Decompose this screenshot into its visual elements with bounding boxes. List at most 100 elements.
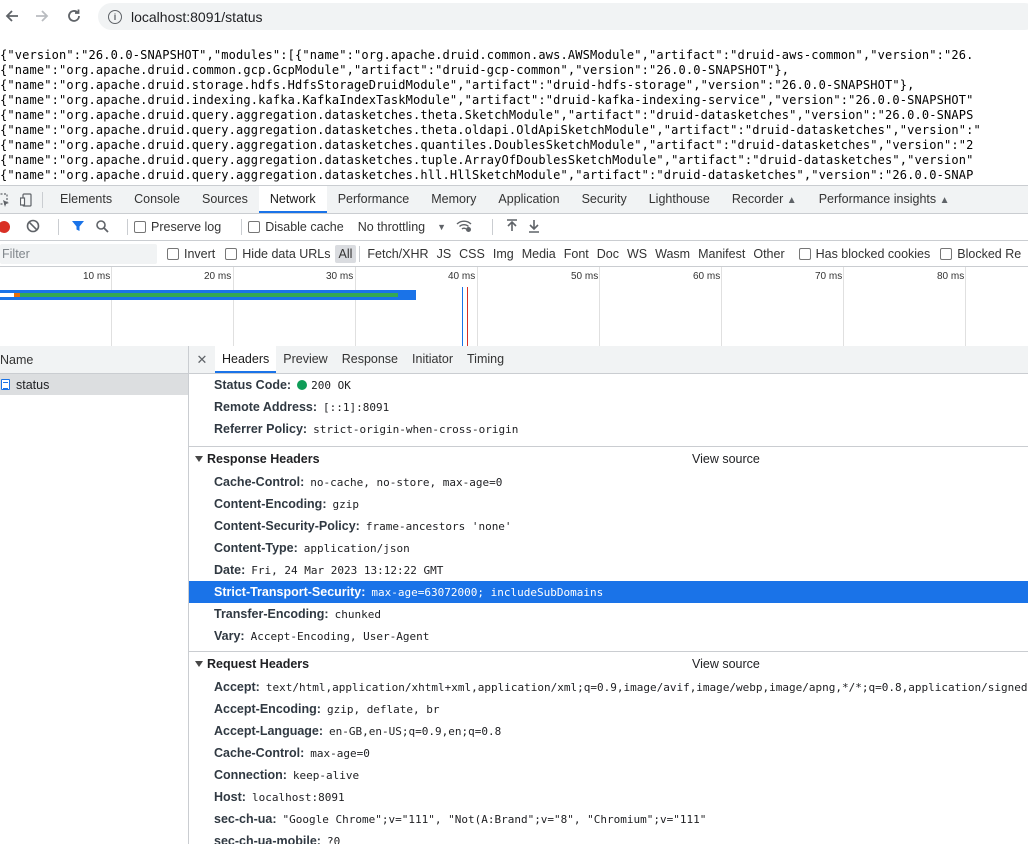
tab-sources[interactable]: Sources: [191, 186, 259, 213]
header-name: Cache-Control:: [214, 475, 305, 489]
tab-headers[interactable]: Headers: [215, 346, 277, 373]
clear-icon[interactable]: [26, 219, 40, 236]
header-name: Connection:: [214, 768, 287, 782]
record-button[interactable]: [0, 221, 10, 233]
json-line: {"name":"org.apache.druid.query.aggregat…: [0, 153, 974, 167]
header-name: sec-ch-ua:: [214, 812, 277, 826]
import-har-icon[interactable]: [505, 218, 519, 236]
tab-network[interactable]: Network: [258, 186, 327, 213]
view-source-link[interactable]: View source: [692, 657, 760, 671]
general-section: Status Code: 200 OK Remote Address: [::1…: [189, 374, 1028, 440]
filter-type-js[interactable]: JS: [433, 245, 456, 263]
checkbox[interactable]: [225, 247, 238, 260]
checkbox[interactable]: [940, 247, 953, 260]
timeline-tick-label: 40 ms: [448, 271, 476, 282]
filter-input[interactable]: Filter: [0, 243, 157, 264]
column-header-name[interactable]: Name: [0, 346, 188, 374]
tab-initiator[interactable]: Initiator: [405, 346, 460, 373]
filter-type-all[interactable]: All: [334, 244, 357, 263]
header-name: Remote Address:: [214, 400, 318, 414]
header-row: Content-Type: application/json: [189, 537, 1028, 559]
invert-checkbox[interactable]: Invert: [167, 247, 215, 261]
tab-console[interactable]: Console: [123, 186, 191, 213]
header-name: Accept-Language:: [214, 724, 324, 738]
has-blocked-cookies-label: Has blocked cookies: [815, 246, 931, 261]
tab-recorder[interactable]: Recorder ▲: [721, 186, 808, 213]
export-har-icon[interactable]: [527, 219, 541, 236]
header-value: gzip, deflate, br: [326, 702, 440, 716]
tab-performance[interactable]: Performance: [327, 186, 421, 213]
divider: [359, 245, 361, 262]
request-list: Name status: [0, 346, 189, 844]
filter-type-media[interactable]: Media: [518, 245, 560, 263]
checkbox[interactable]: [167, 247, 179, 260]
inspect-element-icon[interactable]: [0, 191, 12, 209]
checkbox[interactable]: [798, 247, 811, 260]
forward-button[interactable]: [28, 2, 56, 30]
header-value: Fri, 24 Mar 2023 13:12:22 GMT: [251, 563, 444, 577]
detail-tabbar: ✕ Headers Preview Response Initiator Tim…: [189, 346, 1028, 374]
timeline-tick-label: 70 ms: [815, 271, 843, 282]
blocked-requests-checkbox[interactable]: Blocked Re: [940, 247, 1021, 261]
disable-cache-checkbox[interactable]: Disable cache: [248, 220, 344, 234]
filter-type-css[interactable]: CSS: [455, 245, 489, 263]
header-name: Cache-Control:: [214, 746, 305, 760]
header-name: Transfer-Encoding:: [214, 607, 329, 621]
tab-recorder-label: Recorder: [731, 192, 784, 206]
search-icon[interactable]: [95, 219, 109, 236]
request-headers-section-header[interactable]: Request Headers View source: [189, 651, 1028, 676]
network-overview-timeline[interactable]: 10 ms 20 ms 30 ms 40 ms 50 ms 60 ms 70 m…: [0, 267, 1028, 348]
tab-security[interactable]: Security: [571, 186, 638, 213]
header-row: Accept-Language: en-GB,en-US;q=0.9,en;q=…: [189, 720, 1028, 742]
address-bar[interactable]: i localhost:8091/status: [98, 3, 1028, 30]
header-row: Accept-Encoding: gzip, deflate, br: [189, 698, 1028, 720]
tab-preview[interactable]: Preview: [276, 346, 334, 373]
back-button[interactable]: [0, 2, 26, 30]
header-value: ?0: [326, 834, 341, 844]
device-toolbar-icon[interactable]: [18, 191, 36, 209]
filter-type-doc[interactable]: Doc: [593, 245, 623, 263]
header-row-selected[interactable]: Strict-Transport-Security: max-age=63072…: [189, 581, 1028, 603]
tab-application[interactable]: Application: [487, 186, 570, 213]
preserve-log-checkbox[interactable]: Preserve log: [134, 220, 221, 234]
info-icon[interactable]: i: [108, 9, 122, 24]
filter-type-manifest[interactable]: Manifest: [694, 245, 749, 263]
tab-memory[interactable]: Memory: [420, 186, 487, 213]
waterfall-queue-segment: [0, 293, 14, 297]
filter-type-fetch-xhr[interactable]: Fetch/XHR: [363, 245, 432, 263]
document-icon: [1, 379, 10, 390]
tab-timing[interactable]: Timing: [460, 346, 511, 373]
checkbox[interactable]: [134, 221, 146, 233]
reload-button[interactable]: [60, 2, 88, 30]
filter-type-other[interactable]: Other: [749, 245, 788, 263]
has-blocked-cookies-checkbox[interactable]: Has blocked cookies: [798, 246, 931, 261]
header-row: Accept: text/html,application/xhtml+xml,…: [189, 676, 1028, 698]
filter-type-img[interactable]: Img: [489, 245, 518, 263]
filter-type-ws[interactable]: WS: [623, 245, 651, 263]
json-line: {"name":"org.apache.druid.query.aggregat…: [0, 123, 981, 137]
checkbox[interactable]: [248, 221, 261, 233]
filter-type-wasm[interactable]: Wasm: [651, 245, 694, 263]
devtools-panel: Elements Console Sources Network Perform…: [0, 185, 1028, 844]
request-row[interactable]: status: [0, 374, 188, 395]
header-value: localhost:8091: [251, 790, 345, 804]
header-row: Host: localhost:8091: [189, 786, 1028, 808]
divider: [58, 219, 59, 235]
response-headers-section-header[interactable]: Response Headers View source: [189, 446, 1028, 471]
filter-icon[interactable]: [71, 219, 85, 236]
hide-data-urls-checkbox[interactable]: Hide data URLs: [225, 247, 331, 261]
status-ok-icon: [297, 380, 308, 390]
tab-performance-insights[interactable]: Performance insights ▲: [808, 186, 961, 213]
request-details: ✕ Headers Preview Response Initiator Tim…: [189, 346, 1028, 844]
tab-elements[interactable]: Elements: [49, 186, 123, 213]
filter-type-font[interactable]: Font: [560, 245, 593, 263]
tab-response[interactable]: Response: [335, 346, 405, 373]
reload-icon: [68, 9, 80, 22]
waterfall-waiting-segment: [20, 293, 398, 297]
tab-lighthouse[interactable]: Lighthouse: [638, 186, 721, 213]
header-value: max-age=0: [310, 746, 370, 760]
throttling-select[interactable]: No throttling ▼: [358, 220, 446, 234]
view-source-link[interactable]: View source: [692, 452, 760, 466]
close-icon[interactable]: ✕: [189, 352, 215, 368]
network-conditions-icon[interactable]: [456, 219, 472, 236]
